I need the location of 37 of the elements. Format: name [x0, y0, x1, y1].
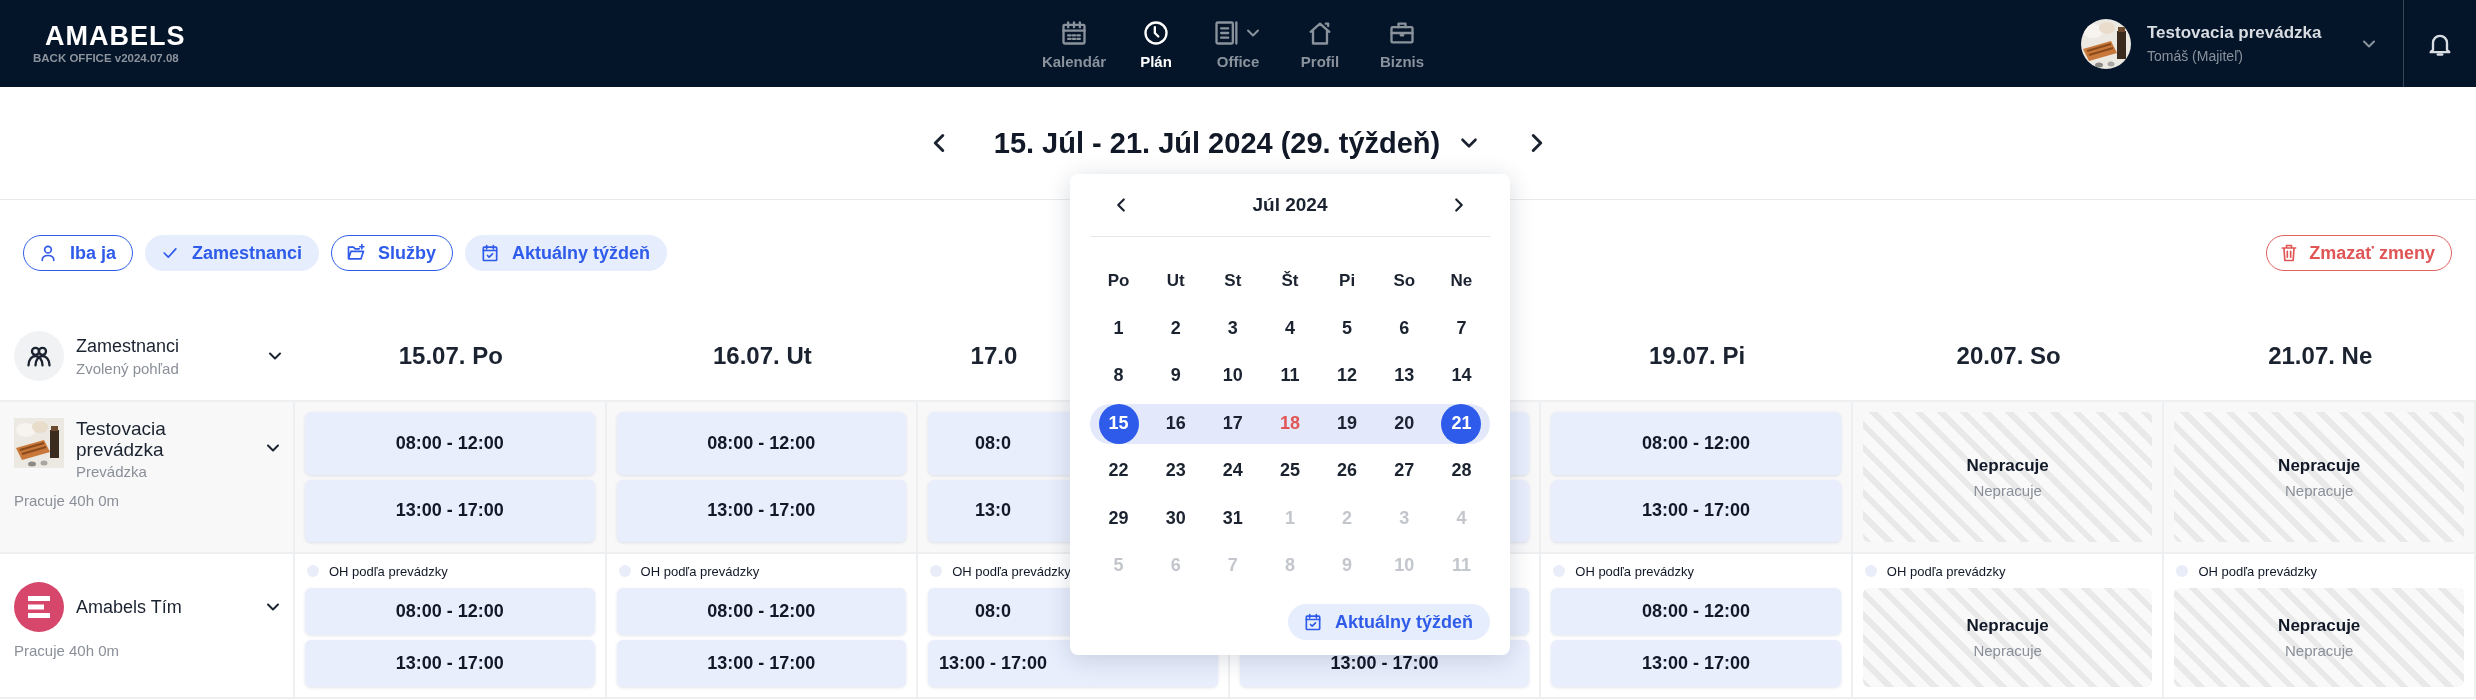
weekday-label: St	[1224, 270, 1242, 291]
logo: AMABELS	[45, 22, 186, 49]
note-label: OH podľa prevádzky	[2198, 563, 2318, 579]
off-title: Nepracuje	[1966, 616, 2049, 636]
weekday-label: Št	[1281, 270, 1299, 291]
row-name: Amabels Tím	[76, 596, 183, 618]
off-subtitle: Nepracuje	[2285, 642, 2354, 659]
note-label: OH podľa prevádzky	[329, 563, 448, 579]
off-title: Nepracuje	[1966, 455, 2049, 476]
month-title: Júl 2024	[1252, 194, 1328, 216]
day-header: 20.07. So	[1956, 342, 2061, 370]
off-subtitle: Nepracuje	[2285, 481, 2354, 499]
view-title: Zamestnanci	[76, 335, 181, 357]
off-subtitle: Nepracuje	[1973, 481, 2042, 499]
day-header: 17.0	[970, 342, 1018, 370]
version-label: BACK OFFICE v2024.07.08	[33, 50, 179, 65]
day-header: 16.07. Ut	[713, 342, 812, 370]
weekday-label: Po	[1107, 270, 1130, 291]
weekday-label: Pi	[1339, 270, 1356, 291]
note-label: OH podľa prevádzky	[1886, 563, 2006, 579]
row-type: Prevádzka	[76, 463, 148, 480]
day-header: 21.07. Ne	[2268, 342, 2373, 370]
row-name: Testovacia prevádzka	[76, 418, 167, 460]
hours-label: Pracuje 40h 0m	[14, 492, 121, 509]
weekday-label: Ne	[1450, 270, 1473, 291]
note-label: OH podľa prevádzky	[952, 563, 1071, 579]
off-title: Nepracuje	[2278, 455, 2361, 476]
weekday-label: Ut	[1166, 270, 1185, 291]
note-label: OH podľa prevádzky	[640, 563, 760, 579]
day-header: 19.07. Pi	[1649, 342, 1746, 370]
hours-label: Pracuje 40h 0m	[14, 642, 121, 659]
day-header: 15.07. Po	[398, 342, 503, 370]
note-label: OH podľa prevádzky	[1575, 563, 1694, 579]
weekday-label: So	[1393, 270, 1416, 291]
off-title: Nepracuje	[2278, 616, 2361, 636]
off-subtitle: Nepracuje	[1973, 642, 2042, 659]
view-subtitle: Zvolený pohľad	[76, 359, 180, 377]
